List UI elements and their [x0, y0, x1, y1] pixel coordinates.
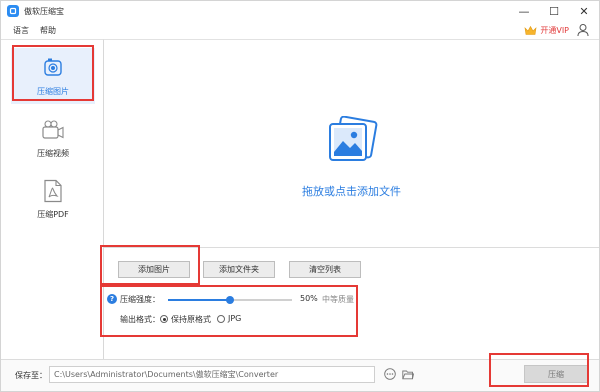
more-icon[interactable]: [384, 368, 396, 380]
slider-fill: [168, 299, 230, 301]
compression-settings: ? 压缩强度： 50% 中等质量 输出格式： 保持原格式 JPG: [104, 290, 599, 330]
clear-list-button[interactable]: 清空列表: [289, 261, 361, 278]
video-camera-icon: [42, 120, 64, 139]
help-icon[interactable]: ?: [107, 294, 117, 304]
photo-stack-icon: [329, 116, 378, 161]
action-buttons: 添加图片 添加文件夹 清空列表: [104, 261, 599, 279]
maximize-button[interactable]: ☐: [539, 1, 569, 21]
file-dropzone[interactable]: 拖放或点击添加文件: [104, 40, 599, 248]
add-image-button[interactable]: 添加图片: [118, 261, 190, 278]
format-label: 输出格式：: [120, 315, 160, 324]
sidebar-item-compress-video[interactable]: 压缩视频: [11, 110, 95, 166]
vip-button[interactable]: 开通VIP: [524, 22, 569, 38]
strength-value: 50%: [300, 294, 318, 303]
sidebar-item-label: 压缩视频: [37, 149, 69, 158]
strength-slider[interactable]: [168, 296, 292, 304]
image-compress-icon: [44, 58, 62, 76]
app-logo-icon: [7, 5, 19, 17]
sidebar-item-label: 压缩PDF: [37, 210, 69, 219]
format-option-label: JPG: [228, 314, 242, 323]
sidebar: 压缩图片 压缩视频 压缩PDF: [1, 39, 104, 359]
save-path-field[interactable]: C:\Users\Administrator\Documents\傲软压缩宝\C…: [49, 366, 375, 383]
sidebar-item-compress-pdf[interactable]: 压缩PDF: [11, 171, 95, 227]
compress-button[interactable]: 压缩: [524, 365, 588, 383]
format-option-label: 保持原格式: [171, 315, 211, 324]
vip-label: 开通VIP: [540, 25, 569, 35]
save-to-label: 保存至：: [15, 371, 47, 380]
close-button[interactable]: ✕: [569, 1, 599, 21]
dropzone-hint: 拖放或点击添加文件: [302, 185, 401, 198]
main-panel: 拖放或点击添加文件 添加图片 添加文件夹 清空列表 ? 压缩强度： 50% 中等…: [104, 39, 599, 359]
user-icon[interactable]: [577, 23, 589, 37]
minimize-button[interactable]: —: [509, 1, 539, 21]
menu-language[interactable]: 语言: [13, 25, 29, 36]
add-folder-button[interactable]: 添加文件夹: [203, 261, 275, 278]
menu-help[interactable]: 帮助: [40, 25, 56, 36]
slider-thumb[interactable]: [226, 296, 234, 304]
app-title: 傲软压缩宝: [24, 6, 64, 16]
strength-label: 压缩强度：: [120, 295, 160, 304]
menu-bar: 语言 帮助 开通VIP: [1, 21, 599, 39]
strength-hint: 中等质量: [322, 295, 354, 304]
pdf-file-icon: [44, 179, 62, 203]
crown-icon: [524, 25, 537, 35]
window-controls: — ☐ ✕: [509, 1, 599, 21]
sidebar-item-compress-image[interactable]: 压缩图片: [11, 48, 95, 104]
bottom-bar: 保存至： C:\Users\Administrator\Documents\傲软…: [1, 359, 599, 391]
title-bar: 傲软压缩宝 — ☐ ✕: [1, 1, 599, 21]
format-jpg-radio[interactable]: [217, 315, 225, 323]
sidebar-item-label: 压缩图片: [37, 87, 69, 96]
app-window: 傲软压缩宝 — ☐ ✕ 语言 帮助 开通VIP 压缩图片 压缩视频 压缩PDF …: [0, 0, 600, 392]
format-keep-original-radio[interactable]: [160, 315, 168, 323]
folder-open-icon[interactable]: [402, 369, 414, 380]
